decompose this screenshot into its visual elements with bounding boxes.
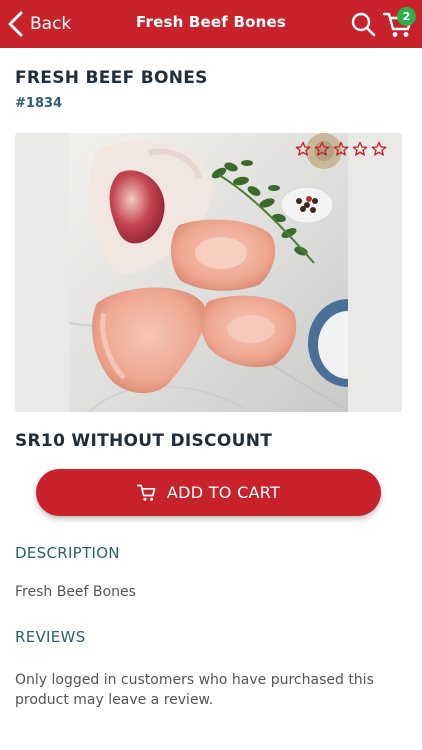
star-outline-icon[interactable] [333, 141, 349, 157]
cart-icon [136, 484, 156, 501]
price-line: SR10 WITHOUT DISCOUNT [15, 431, 273, 451]
star-outline-icon[interactable] [352, 141, 368, 157]
description-heading: DESCRIPTION [15, 544, 120, 562]
description-text: Fresh Beef Bones [15, 584, 136, 600]
add-to-cart-button[interactable]: ADD TO CART [36, 469, 381, 516]
rating-stars [295, 141, 387, 157]
product-image-panel [15, 133, 402, 412]
search-icon[interactable] [350, 11, 376, 37]
reviews-text: Only logged in customers who have purcha… [15, 672, 374, 708]
star-outline-icon[interactable] [295, 141, 311, 157]
top-app-bar: Back Fresh Beef Bones 2 [0, 0, 422, 48]
product-photo [69, 133, 348, 412]
product-sku: #1834 [15, 96, 63, 111]
add-to-cart-label: ADD TO CART [166, 483, 281, 502]
cart-count-badge: 2 [397, 7, 416, 26]
reviews-heading: REVIEWS [15, 628, 86, 646]
star-outline-icon[interactable] [371, 141, 387, 157]
product-name: FRESH BEEF BONES [15, 68, 208, 88]
star-outline-icon[interactable] [314, 141, 330, 157]
